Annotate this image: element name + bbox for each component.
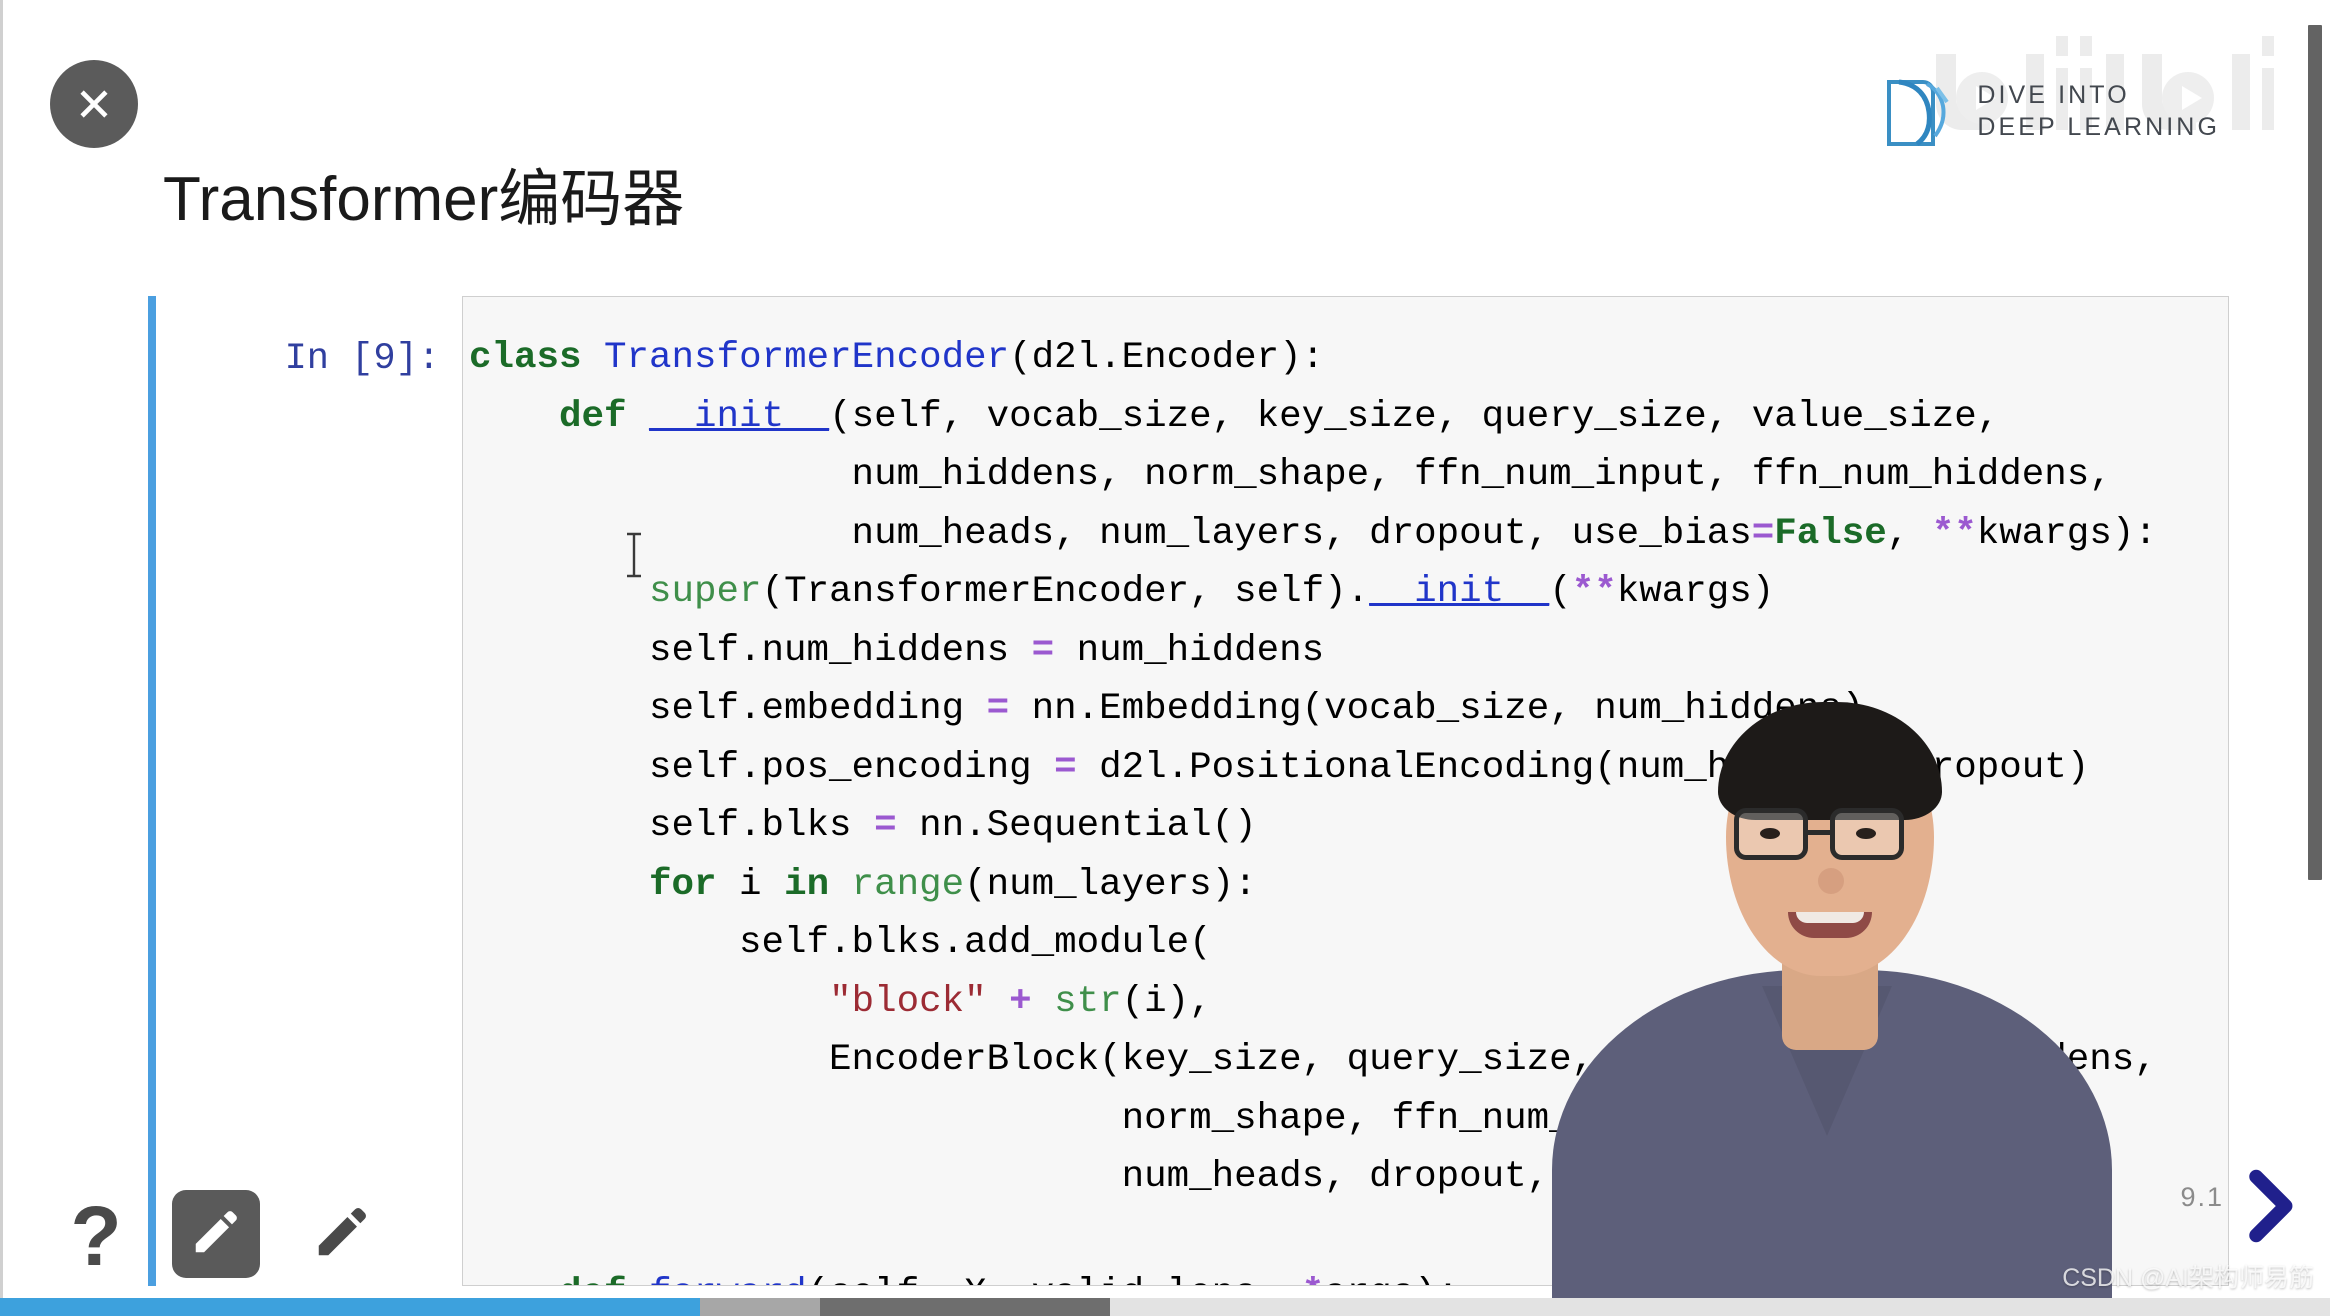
player-left-edge xyxy=(0,0,3,1298)
progress-remaining xyxy=(1110,1298,2330,1316)
close-button[interactable] xyxy=(50,60,138,148)
help-button[interactable]: ? xyxy=(60,1188,132,1284)
cell-selection-bar xyxy=(148,296,156,1286)
chevron-right-icon xyxy=(2242,1168,2298,1249)
vertical-scrollbar-thumb[interactable] xyxy=(2308,25,2322,880)
pen-tool-active-button[interactable] xyxy=(172,1190,260,1278)
progress-buffered xyxy=(700,1298,820,1316)
pencil-icon xyxy=(311,1201,373,1268)
logo-line-2: DEEP LEARNING xyxy=(1977,113,2220,141)
code-source: class TransformerEncoder(d2l.Encoder): d… xyxy=(469,337,2157,1285)
d2l-logo: DIVE INTO DEEP LEARNING xyxy=(1881,72,2220,150)
logo-line-1: DIVE INTO xyxy=(1977,81,2130,109)
csdn-watermark: CSDN @AI架构师易筋 xyxy=(2062,1264,2314,1292)
question-mark-icon: ? xyxy=(70,1189,122,1283)
progress-segment-dark xyxy=(820,1298,1110,1316)
pen-tool-button[interactable] xyxy=(300,1192,384,1276)
pencil-icon xyxy=(189,1205,243,1264)
close-icon xyxy=(72,82,116,126)
slide-player-root: Transformer编码器 DIVE INTO DEEP LEARNING I… xyxy=(0,0,2330,1316)
page-title: Transformer编码器 xyxy=(163,165,685,234)
cell-prompt-label: In [9]: xyxy=(284,338,440,380)
notebook-cell: In [9]: class TransformerEncoder(d2l.Enc… xyxy=(148,296,2229,1286)
page-number: 9.1 xyxy=(2180,1182,2224,1212)
video-progress-bar[interactable] xyxy=(0,1298,2330,1316)
d2l-book-icon xyxy=(1881,72,1957,150)
progress-played xyxy=(0,1298,700,1316)
cell-prompt-gutter: In [9]: xyxy=(156,296,462,1286)
cell-code-area[interactable]: class TransformerEncoder(d2l.Encoder): d… xyxy=(462,296,2229,1286)
